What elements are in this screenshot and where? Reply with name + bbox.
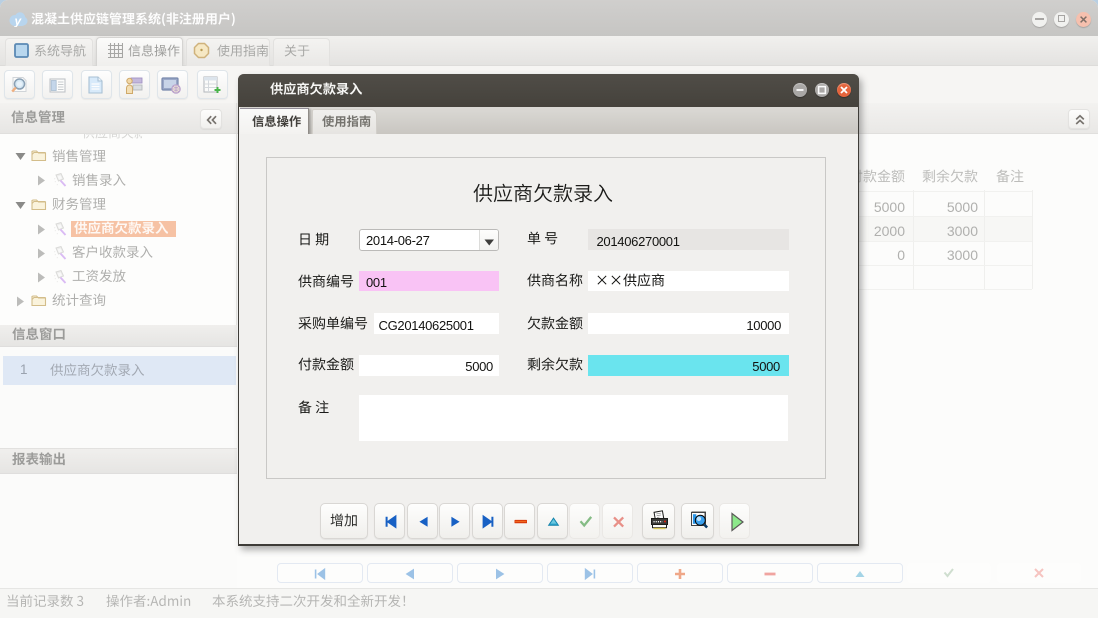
svg-text:y: y bbox=[13, 14, 22, 27]
